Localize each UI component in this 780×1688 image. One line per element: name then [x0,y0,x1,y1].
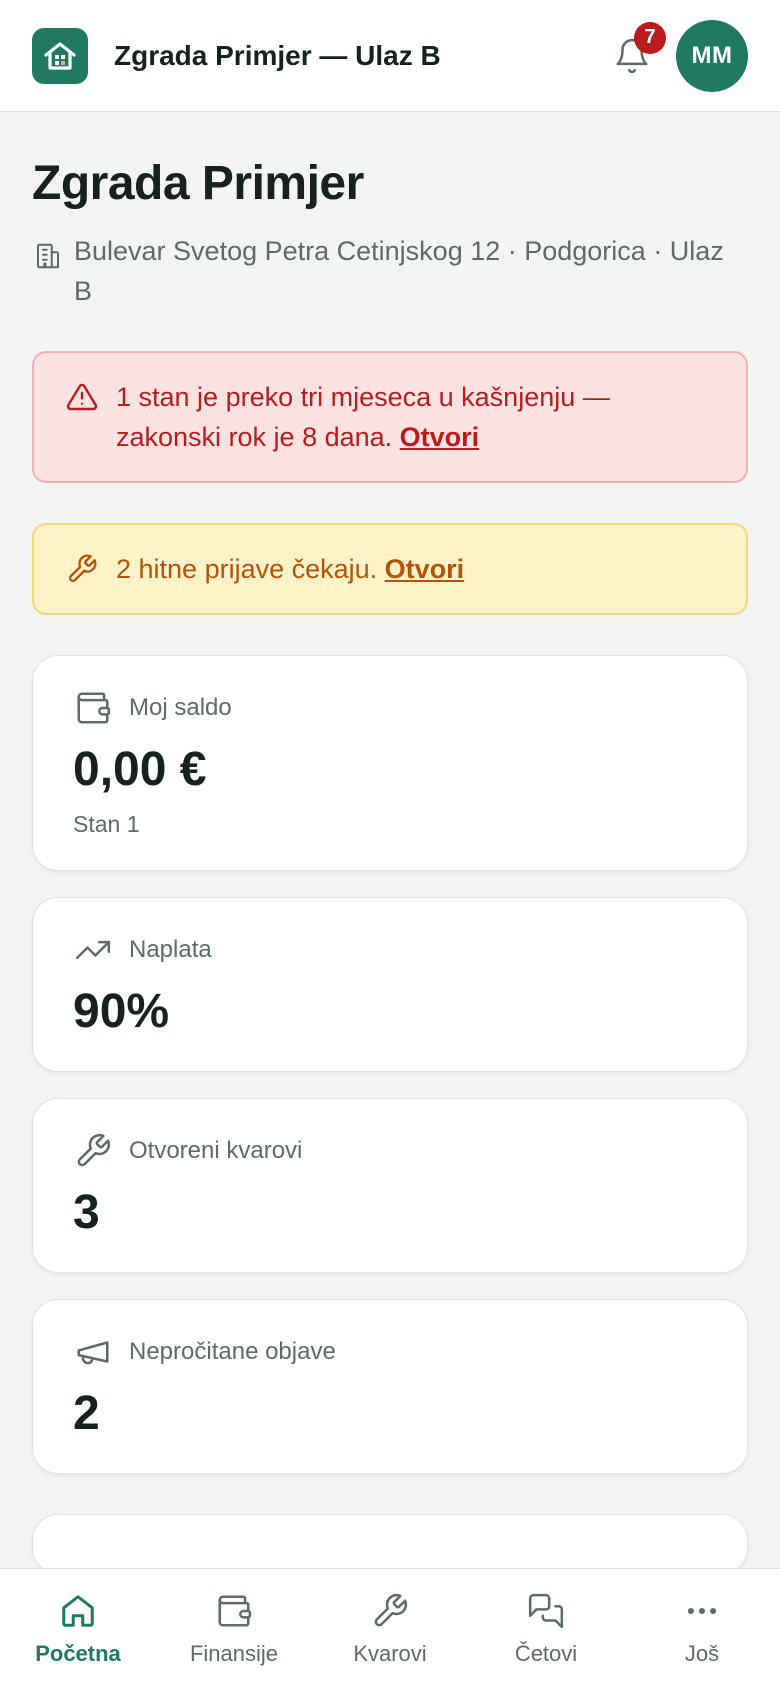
unread-announcements-card[interactable]: Nepročitane objave 2 [32,1299,748,1474]
balance-card[interactable]: Moj saldo 0,00 € Stan 1 [32,655,748,871]
wrench-icon [68,554,97,583]
nav-item-finance[interactable]: Finansije [156,1569,312,1688]
more-icon-wrap [682,1591,722,1631]
balance-value: 0,00 € [73,743,207,796]
nav-item-more[interactable]: Još [624,1569,780,1688]
home-logo-icon [44,41,76,70]
unread-announcements-label: Nepročitane objave [129,1338,336,1365]
open-faults-label: Otvoreni kvarovi [129,1137,303,1164]
nav-item-home[interactable]: Početna [0,1569,156,1688]
chat-icon-wrap [526,1591,566,1631]
warning-icon [66,383,98,411]
main-content: Zgrada Primjer Bulevar Svetog Petra Ceti… [32,112,748,1574]
app-logo[interactable] [32,27,88,84]
balance-card-header: Moj saldo [73,688,707,728]
top-bar: Zgrada Primjer — Ulaz B 7 MM [0,0,780,112]
page-title: Zgrada Primjer [32,157,364,210]
collection-value: 90% [73,985,170,1038]
notification-badge: 7 [634,21,666,54]
nav-item-chats[interactable]: Četovi [468,1569,624,1688]
balance-label: Moj saldo [129,694,232,721]
nav-label-more: Još [684,1640,720,1666]
building-title[interactable]: Zgrada Primjer — Ulaz B [114,40,602,72]
open-faults-value: 3 [73,1186,100,1239]
open-faults-card[interactable]: Otvoreni kvarovi 3 [32,1098,748,1273]
nav-label-faults: Kvarovi [353,1640,427,1666]
wallet-icon [218,1594,252,1627]
address-text: Bulevar Svetog Petra Cetinjskog 12 · Pod… [74,236,724,306]
building-icon [37,243,59,269]
trending-up-icon-wrap [73,930,113,970]
home-icon-wrap [58,1591,98,1631]
app-root: Zgrada Primjer — Ulaz B 7 MM Zgrada Prim… [0,0,780,1688]
wrench-icon [374,1593,408,1626]
nav-label-chats: Četovi [514,1640,578,1666]
nav-item-faults[interactable]: Kvarovi [312,1569,468,1688]
wrench-icon-wrap [73,1131,113,1171]
collection-card[interactable]: Naplata 90% [32,897,748,1072]
wrench-icon [77,1133,111,1167]
bottom-nav: Početna Finansije Kvarovi Četovi Još [0,1568,780,1688]
wallet-icon-wrap-nav [214,1591,254,1631]
chat-icon [528,1593,564,1628]
notifications-button[interactable]: 7 [602,21,666,86]
trending-up-icon [75,940,111,960]
avatar[interactable]: MM [676,19,748,92]
collection-card-header: Naplata [73,930,707,970]
unread-announcements-value: 2 [73,1387,100,1440]
megaphone-icon [77,1341,109,1365]
more-icon [687,1607,717,1614]
next-card-peek[interactable] [32,1514,748,1574]
overdue-alert-message: 1 stan je preko tri mjeseca u kašnjenju … [116,382,610,452]
home-icon [62,1594,94,1627]
overdue-alert-open-link[interactable]: Otvori [400,422,480,452]
wallet-icon [77,692,111,724]
wrench-icon-wrap-nav [370,1591,410,1631]
collection-label: Naplata [129,936,212,963]
nav-label-finance: Finansije [189,1640,279,1666]
overdue-alert: 1 stan je preko tri mjeseca u kašnjenju … [32,351,748,483]
unread-announcements-card-header: Nepročitane objave [73,1332,707,1372]
urgent-reports-alert-message: 2 hitne prijave čekaju. [116,554,385,584]
wallet-icon-wrap [73,688,113,728]
urgent-reports-open-link[interactable]: Otvori [385,554,465,584]
nav-label-home: Početna [35,1640,121,1666]
urgent-reports-alert: 2 hitne prijave čekaju. Otvori [32,523,748,615]
overdue-alert-text: 1 stan je preko tri mjeseca u kašnjenju … [116,377,722,457]
megaphone-icon-wrap [73,1332,113,1372]
urgent-reports-alert-text: 2 hitne prijave čekaju. Otvori [116,549,464,589]
balance-unit: Stan 1 [73,811,140,837]
open-faults-card-header: Otvoreni kvarovi [73,1131,707,1171]
address-row: Bulevar Svetog Petra Cetinjskog 12 · Pod… [32,231,748,311]
